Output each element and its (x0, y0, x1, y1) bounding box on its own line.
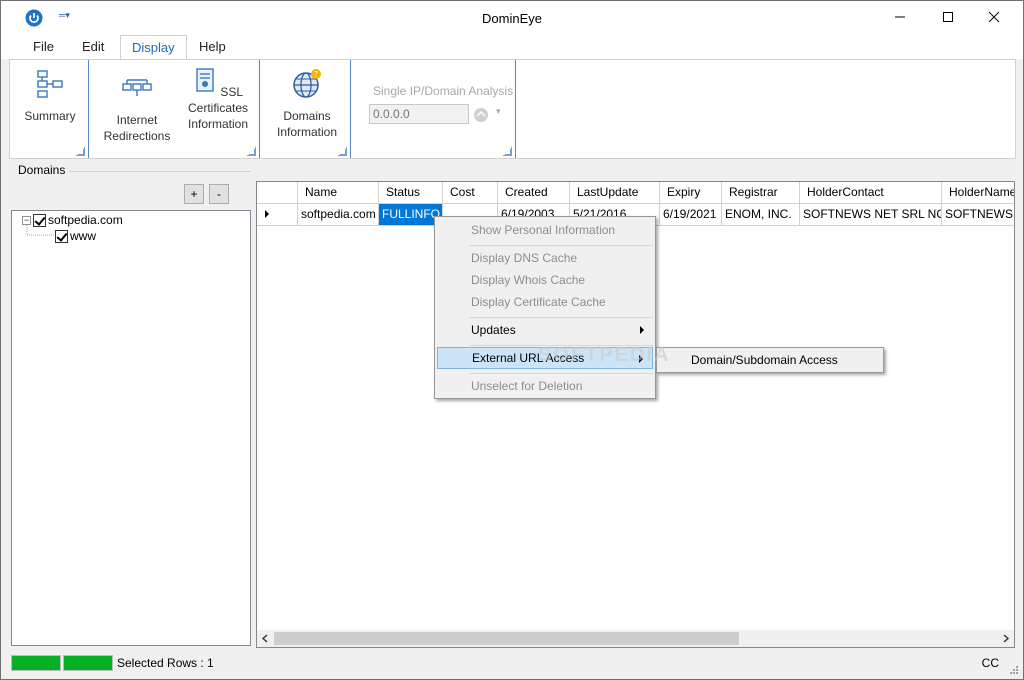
cell-expiry[interactable]: 6/19/2021 (660, 204, 722, 226)
menu-item-display-whois-cache[interactable]: Display Whois Cache (437, 269, 653, 291)
menu-separator (469, 373, 653, 374)
maximize-button[interactable] (925, 1, 971, 33)
group-dialog-launcher[interactable] (76, 147, 85, 156)
scroll-right-icon[interactable] (1002, 634, 1010, 643)
svg-text:?: ? (314, 70, 318, 79)
context-menu: Show Personal Information Display DNS Ca… (434, 216, 656, 399)
status-cc: CC (981, 656, 999, 670)
resize-grip-icon[interactable] (1009, 665, 1019, 675)
menu-separator (469, 245, 653, 246)
internet-redirections-button[interactable]: Internet Redirections (102, 72, 172, 144)
summary-button[interactable]: Summary (20, 68, 80, 124)
divider (69, 171, 251, 172)
tree-node-label: www (70, 229, 96, 243)
column-header[interactable]: Name (298, 182, 379, 204)
certificate-icon (196, 68, 214, 92)
progress-bar (11, 655, 61, 671)
group-dialog-launcher[interactable] (338, 147, 347, 156)
ribbon-group-summary: Summary (10, 60, 89, 158)
ribbon-group-domains: ? Domains Information (261, 60, 351, 158)
group-dialog-launcher[interactable] (503, 147, 512, 156)
scroll-left-icon[interactable] (261, 634, 269, 643)
column-header[interactable]: LastUpdate (570, 182, 660, 204)
analyze-globe-icon[interactable] (473, 107, 489, 123)
tree-node-label: softpedia.com (48, 213, 123, 227)
menu-item-domain-subdomain-access[interactable]: Domain/Subdomain Access (659, 349, 881, 371)
group-dialog-launcher[interactable] (247, 147, 256, 156)
summary-label: Summary (24, 109, 76, 123)
tab-display[interactable]: Display (120, 35, 187, 60)
grid-header: Name Status Cost Created LastUpdate Expi… (257, 182, 1014, 204)
menu-item-display-certificate-cache[interactable]: Display Certificate Cache (437, 291, 653, 313)
menu-item-updates[interactable]: Updates (437, 319, 653, 341)
domains-information-button[interactable]: ? Domains Information (273, 68, 341, 140)
tab-file[interactable]: File (22, 35, 65, 59)
title-bar: ═▾ DominEye (1, 1, 1023, 35)
column-header[interactable]: Registrar (722, 182, 800, 204)
row-header-corner (257, 182, 298, 204)
cell-holdercontact[interactable]: SOFTNEWS NET SRL NONE (800, 204, 942, 226)
domains-panel-title: Domains (18, 163, 70, 177)
menu-item-label: Updates (471, 323, 516, 337)
tab-help[interactable]: Help (188, 35, 237, 59)
menu-item-display-dns-cache[interactable]: Display DNS Cache (437, 247, 653, 269)
ribbon: Summary Internet Redirections SSL Certif… (9, 59, 1016, 159)
collapse-icon[interactable]: − (22, 215, 31, 225)
watermark: SOFTPEDIA (538, 344, 671, 366)
cell-registrar[interactable]: ENOM, INC. (722, 204, 800, 226)
column-header[interactable]: HolderName (942, 182, 1014, 204)
remove-domain-button[interactable]: - (209, 184, 229, 204)
analyze-dropdown-icon[interactable]: ▾ (496, 106, 501, 117)
checkbox[interactable] (55, 229, 68, 243)
app-window: ═▾ DominEye File Edit Display Help Summa… (0, 0, 1024, 680)
ssl-certificates-button[interactable]: SSL Certificates Information (183, 68, 253, 132)
network-icon (122, 79, 152, 96)
progress-bar (63, 655, 113, 671)
scrollbar-thumb[interactable] (274, 632, 739, 645)
column-header[interactable]: HolderContact (800, 182, 942, 204)
globe-icon: ? (293, 69, 321, 98)
add-domain-button[interactable]: + (184, 184, 204, 204)
tree-node-www[interactable]: www (55, 229, 96, 243)
minimize-icon (895, 16, 905, 18)
menu-item-unselect-for-deletion[interactable]: Unselect for Deletion (437, 375, 653, 397)
tree-connector (26, 225, 56, 236)
status-bar: Selected Rows : 1 CC (1, 651, 1023, 679)
minimize-button[interactable] (877, 1, 923, 33)
menu-item-show-personal-information[interactable]: Show Personal Information (437, 219, 653, 241)
domains-information-label: Domains Information (276, 109, 338, 139)
column-header[interactable]: Created (498, 182, 570, 204)
column-header[interactable]: Cost (443, 182, 498, 204)
summary-icon (37, 70, 63, 98)
window-title: DominEye (482, 11, 542, 26)
tab-edit[interactable]: Edit (71, 35, 115, 59)
row-selector[interactable] (257, 204, 298, 226)
close-icon (988, 11, 1000, 23)
column-header[interactable]: Status (379, 182, 443, 204)
menu-bar: File Edit Display Help (1, 35, 1023, 60)
domain-tree: − softpedia.com www (11, 210, 251, 646)
single-analysis-title: Single IP/Domain Analysis (373, 84, 514, 98)
ribbon-group-redirections: Internet Redirections SSL Certificates I… (90, 60, 260, 158)
column-header[interactable]: Expiry (660, 182, 722, 204)
menu-separator (469, 317, 653, 318)
submenu-arrow-icon (640, 326, 644, 334)
submenu: Domain/Subdomain Access (656, 347, 884, 373)
cell-name[interactable]: softpedia.com (298, 204, 379, 226)
ip-input[interactable] (369, 104, 469, 124)
maximize-icon (943, 12, 953, 22)
cell-holdername[interactable]: SOFTNEWS N (942, 204, 1014, 226)
row-arrow-icon (265, 210, 269, 218)
internet-redirections-label: Internet Redirections (103, 113, 171, 143)
close-button[interactable] (971, 1, 1017, 33)
horizontal-scrollbar[interactable] (257, 630, 1014, 647)
selected-rows-status: Selected Rows : 1 (117, 656, 214, 670)
